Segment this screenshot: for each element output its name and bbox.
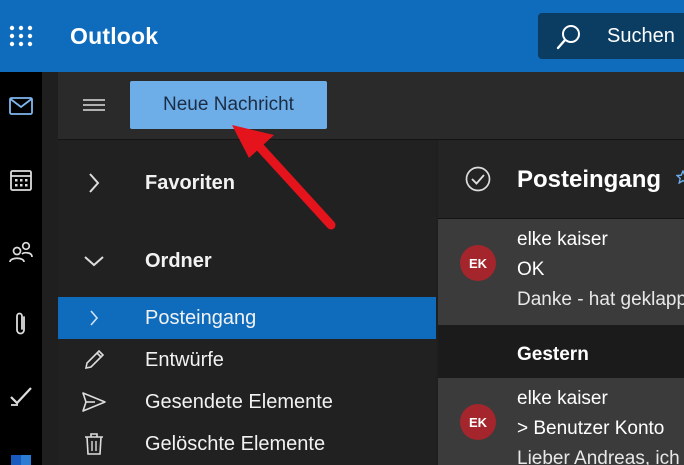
folder-label: Posteingang: [145, 306, 257, 329]
message-list-title: Posteingang: [517, 166, 662, 193]
trash-icon: [80, 430, 108, 458]
avatar: EK: [460, 404, 496, 440]
folders-label: Ordner: [145, 249, 212, 272]
message-list-header: Posteingang: [438, 140, 684, 219]
send-icon: [80, 388, 108, 416]
search-icon: [556, 24, 582, 55]
attachment-icon[interactable]: [0, 304, 42, 344]
hamburger-menu-icon[interactable]: [82, 96, 106, 114]
folder-label: Gelöschte Elemente: [145, 432, 326, 455]
app-rail: [0, 72, 42, 465]
folder-drafts[interactable]: Entwürfe: [58, 339, 436, 381]
message-item[interactable]: EK elke kaiser > Benutzer Konto Lieber A…: [438, 378, 684, 465]
message-sender: elke kaiser: [517, 388, 608, 409]
favorite-star-icon[interactable]: [675, 169, 684, 189]
message-preview: Lieber Andreas, ich: [517, 448, 680, 465]
app-title[interactable]: Outlook: [70, 23, 158, 50]
todo-icon[interactable]: [0, 376, 42, 416]
mail-icon[interactable]: [0, 86, 42, 126]
folder-label: Entwürfe: [145, 348, 224, 371]
app-launcher-icon[interactable]: [0, 0, 42, 72]
chevron-right-icon: [80, 169, 108, 197]
word-icon[interactable]: [0, 447, 42, 465]
people-icon[interactable]: [0, 232, 42, 272]
new-message-button[interactable]: Neue Nachricht: [130, 81, 327, 129]
search-box[interactable]: Suchen: [538, 13, 684, 59]
folder-sent[interactable]: Gesendete Elemente: [58, 381, 436, 423]
select-all-icon[interactable]: [464, 165, 492, 198]
message-sender: elke kaiser: [517, 229, 608, 250]
folder-pane: Favoriten Ordner Posteingang Entwürfe Ge…: [58, 140, 436, 465]
folder-deleted[interactable]: Gelöschte Elemente: [58, 423, 436, 465]
favorites-label: Favoriten: [145, 171, 236, 194]
date-group-header: Gestern: [517, 344, 589, 365]
chevron-down-icon: [80, 247, 108, 275]
favorites-header[interactable]: Favoriten: [58, 162, 436, 204]
message-subject: OK: [517, 259, 545, 280]
search-label: Suchen: [607, 25, 675, 47]
top-bar: Outlook Suchen: [0, 0, 684, 72]
message-preview: Danke - hat geklappt: [517, 289, 684, 310]
command-bar: Neue Nachricht: [58, 72, 684, 140]
chevron-right-icon: [80, 304, 108, 332]
folder-label: Gesendete Elemente: [145, 390, 333, 413]
message-subject: > Benutzer Konto: [517, 418, 665, 439]
folders-header[interactable]: Ordner: [58, 240, 436, 282]
avatar: EK: [460, 245, 496, 281]
message-list: Posteingang EK elke kaiser OK Danke - ha…: [438, 140, 684, 465]
folder-inbox[interactable]: Posteingang: [58, 297, 436, 339]
pencil-icon: [80, 346, 108, 374]
calendar-icon[interactable]: [0, 160, 42, 200]
message-item[interactable]: EK elke kaiser OK Danke - hat geklappt: [438, 219, 684, 325]
